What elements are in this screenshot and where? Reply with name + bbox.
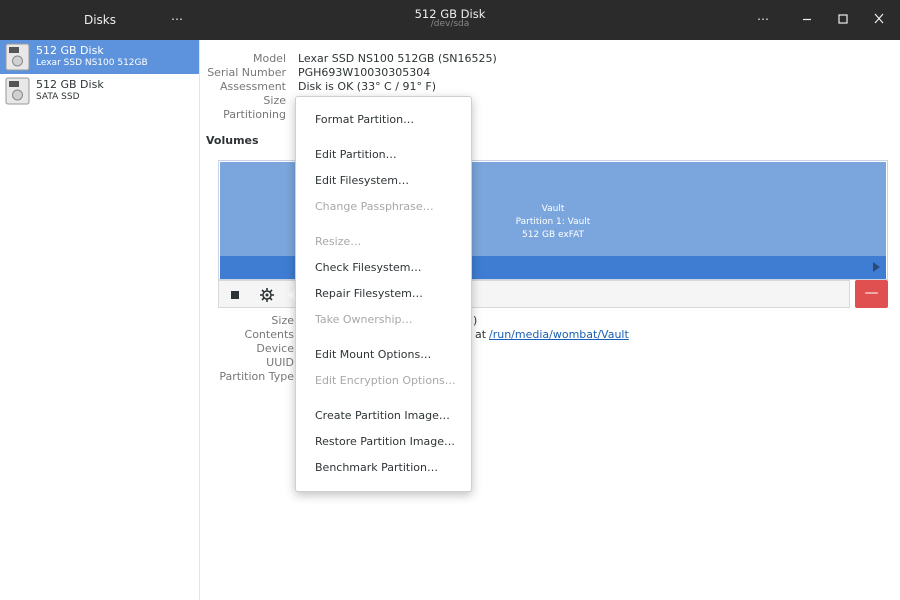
more-icon: ⋯ <box>757 12 769 26</box>
menu-item-restore-partition-image[interactable]: Restore Partition Image… <box>315 435 455 451</box>
menu-item-format-partition[interactable]: Format Partition… <box>315 113 414 129</box>
disk-drive-icon <box>5 77 30 105</box>
size-label: Size <box>263 94 286 107</box>
contents-label: Contents <box>244 328 294 341</box>
close-icon <box>874 13 884 24</box>
model-label: Model <box>252 52 286 65</box>
menu-item-edit-filesystem[interactable]: Edit Filesystem… <box>315 174 409 190</box>
menu-item-take-ownership: Take Ownership… <box>315 313 413 326</box>
assessment-value: Disk is OK (33° C / 91° F) <box>298 80 437 93</box>
disk-name: 512 GB Disk <box>36 44 104 57</box>
menu-item-edit-partition[interactable]: Edit Partition… <box>315 148 397 164</box>
sidebar-disk-item[interactable]: 512 GB Disk Lexar SSD NS100 512GB <box>0 40 199 74</box>
mount-point-link[interactable]: /run/media/wombat/Vault <box>489 328 629 342</box>
drive-menu-button[interactable]: ⋯ <box>754 12 772 28</box>
model-value: Lexar SSD NS100 512GB (SN16525) <box>298 52 497 65</box>
minimize-button[interactable] <box>798 12 816 28</box>
partition-size-label: Size <box>271 314 294 327</box>
unmount-button[interactable] <box>225 285 245 305</box>
disk-name: 512 GB Disk <box>36 78 104 91</box>
serial-value: PGH693W10030305304 <box>298 66 431 79</box>
minus-icon: — <box>864 285 879 301</box>
partitioning-label: Partitioning <box>223 108 286 121</box>
menu-item-resize: Resize… <box>315 235 362 248</box>
menu-item-benchmark-partition[interactable]: Benchmark Partition… <box>315 461 438 477</box>
menu-item-repair-filesystem[interactable]: Repair Filesystem… <box>315 287 423 303</box>
uuid-label: UUID <box>266 356 294 369</box>
gears-icon <box>260 288 274 302</box>
serial-label: Serial Number <box>207 66 286 79</box>
device-label: Device <box>256 342 294 355</box>
partition-options-button[interactable] <box>257 285 277 305</box>
minimize-icon <box>803 18 811 21</box>
maximize-icon <box>838 14 848 24</box>
play-arrow-icon <box>873 262 880 272</box>
delete-partition-button[interactable]: — <box>855 280 888 308</box>
menu-item-create-partition-image[interactable]: Create Partition Image… <box>315 409 450 425</box>
partition-context-menu: Format Partition… Edit Partition… Edit F… <box>295 96 472 492</box>
window-subtitle: /dev/sda <box>430 19 470 29</box>
disk-sidebar: 512 GB Disk Lexar SSD NS100 512GB 512 GB… <box>0 40 200 600</box>
app-menu-button[interactable]: ⋯ <box>168 12 186 28</box>
menu-item-change-passphrase: Change Passphrase… <box>315 200 434 213</box>
partition-type-label: Partition Type <box>219 370 294 383</box>
more-icon: ⋯ <box>171 12 183 26</box>
volumes-heading: Volumes <box>206 134 259 147</box>
close-button[interactable] <box>870 12 888 28</box>
disk-model: SATA SSD <box>36 92 80 102</box>
menu-item-check-filesystem[interactable]: Check Filesystem… <box>315 261 422 277</box>
assessment-label: Assessment <box>220 80 286 93</box>
stop-icon <box>231 291 239 299</box>
contents-tail: at <box>475 328 487 341</box>
menu-item-edit-encryption-options: Edit Encryption Options… <box>315 374 456 387</box>
header-bar: Disks ⋯ 512 GB Disk /dev/sda ⋯ <box>0 0 900 40</box>
disk-drive-icon <box>5 43 30 71</box>
maximize-button[interactable] <box>834 12 852 28</box>
menu-item-edit-mount-options[interactable]: Edit Mount Options… <box>315 348 431 364</box>
sidebar-disk-item[interactable]: 512 GB Disk SATA SSD <box>0 74 199 108</box>
disk-model: Lexar SSD NS100 512GB <box>36 58 148 68</box>
